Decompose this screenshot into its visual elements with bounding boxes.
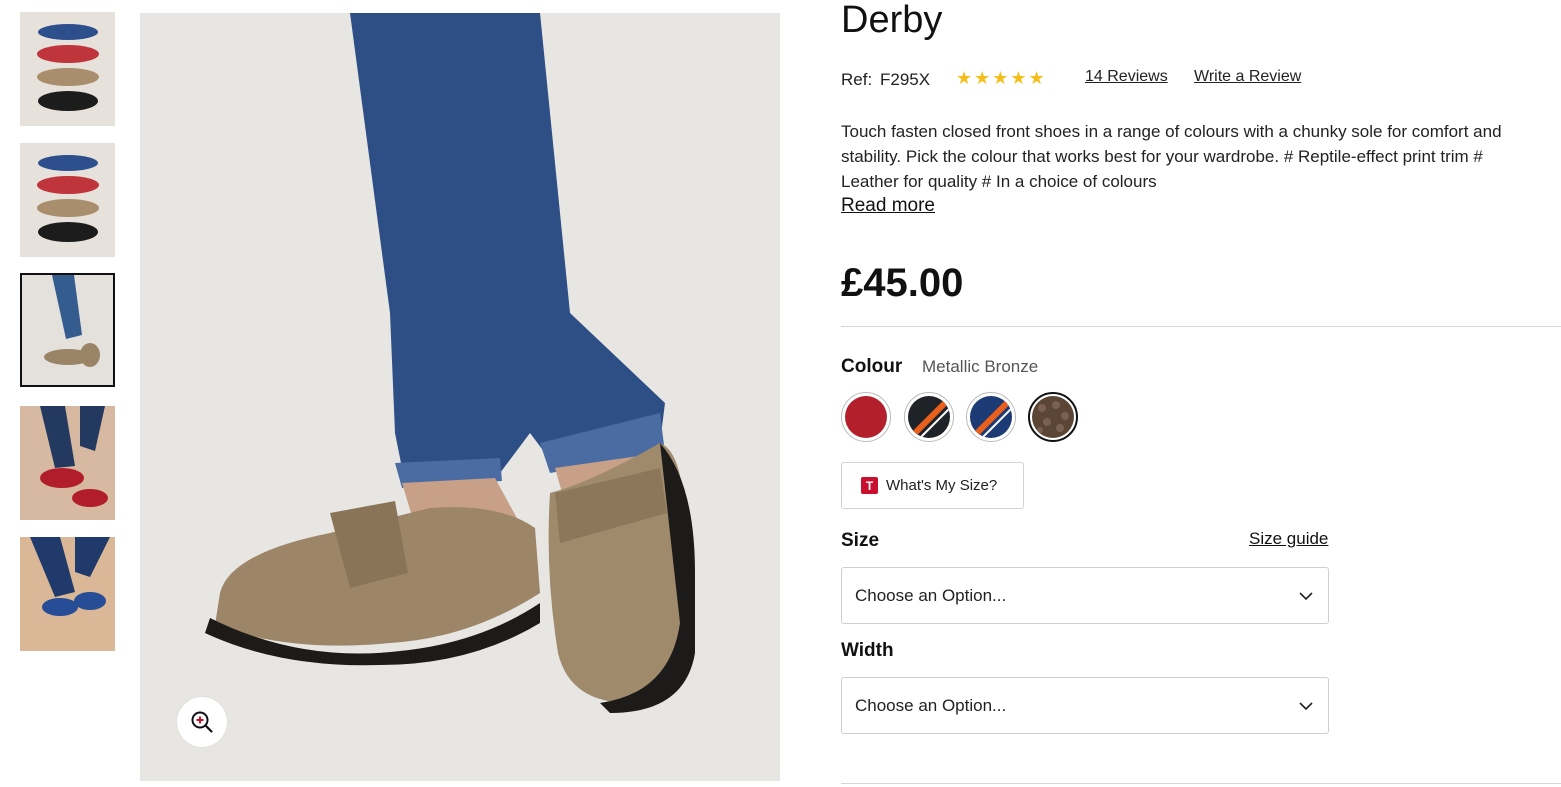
thumbnail-four-colours[interactable] <box>20 12 115 126</box>
bronze-swatch <box>1032 396 1074 438</box>
bronze-shoe-image <box>22 275 113 385</box>
width-select-value: Choose an Option... <box>855 696 1007 715</box>
whats-my-size-button[interactable]: T What's My Size? <box>841 462 1024 509</box>
size-finder-logo-icon: T <box>861 477 878 494</box>
swatch-navy-orange[interactable] <box>966 392 1016 442</box>
reviews-link[interactable]: 14 Reviews <box>1085 68 1168 86</box>
thumbnail-bronze-on-foot[interactable] <box>20 273 115 387</box>
read-more-link[interactable]: Read more <box>841 195 935 217</box>
product-title: Derby <box>841 0 943 41</box>
size-label: Size <box>841 530 880 551</box>
ref-label: Ref: <box>841 70 873 89</box>
swatch-metallic-bronze[interactable] <box>1028 392 1078 442</box>
stacked-shoes-image <box>20 12 115 126</box>
stacked-shoes-image <box>20 143 115 257</box>
ref-code: F295X <box>880 70 931 89</box>
size-guide-link[interactable]: Size guide <box>1249 529 1328 549</box>
zoom-in-icon <box>191 711 213 733</box>
selected-colour: Metallic Bronze <box>922 357 1039 376</box>
write-review-link[interactable]: Write a Review <box>1194 68 1301 86</box>
width-select[interactable]: Choose an Option... <box>841 677 1329 734</box>
zoom-button[interactable] <box>177 697 227 747</box>
black-orange-swatch <box>908 396 950 438</box>
size-select[interactable]: Choose an Option... <box>841 567 1329 624</box>
thumbnail-red-on-foot[interactable] <box>20 406 115 520</box>
colour-label: Colour <box>841 356 903 377</box>
thumbnail-four-colours-alt[interactable] <box>20 143 115 257</box>
main-product-image <box>140 13 780 781</box>
navy-orange-swatch <box>970 396 1012 438</box>
product-description: Touch fasten closed front shoes in a ran… <box>841 122 1502 191</box>
red-swatch <box>845 396 887 438</box>
width-label: Width <box>841 640 894 661</box>
ref-rating-row: Ref: F295X ★★★★★ 14 Reviews Write a Revi… <box>841 68 1361 90</box>
whats-my-size-label: What's My Size? <box>886 477 998 494</box>
divider <box>841 783 1561 784</box>
swatch-red[interactable] <box>841 392 891 442</box>
thumbnail-navy-on-foot[interactable] <box>20 537 115 651</box>
size-select-value: Choose an Option... <box>855 586 1007 605</box>
bronze-shoes-on-feet-photo <box>140 13 780 781</box>
divider <box>841 326 1561 327</box>
navy-shoe-image <box>20 537 115 651</box>
chevron-down-icon <box>1299 702 1313 711</box>
star-rating-icons: ★★★★★ <box>956 68 1047 88</box>
chevron-down-icon <box>1299 592 1313 601</box>
swatch-black-orange[interactable] <box>904 392 954 442</box>
red-shoe-image <box>20 406 115 520</box>
product-price: £45.00 <box>841 261 964 305</box>
